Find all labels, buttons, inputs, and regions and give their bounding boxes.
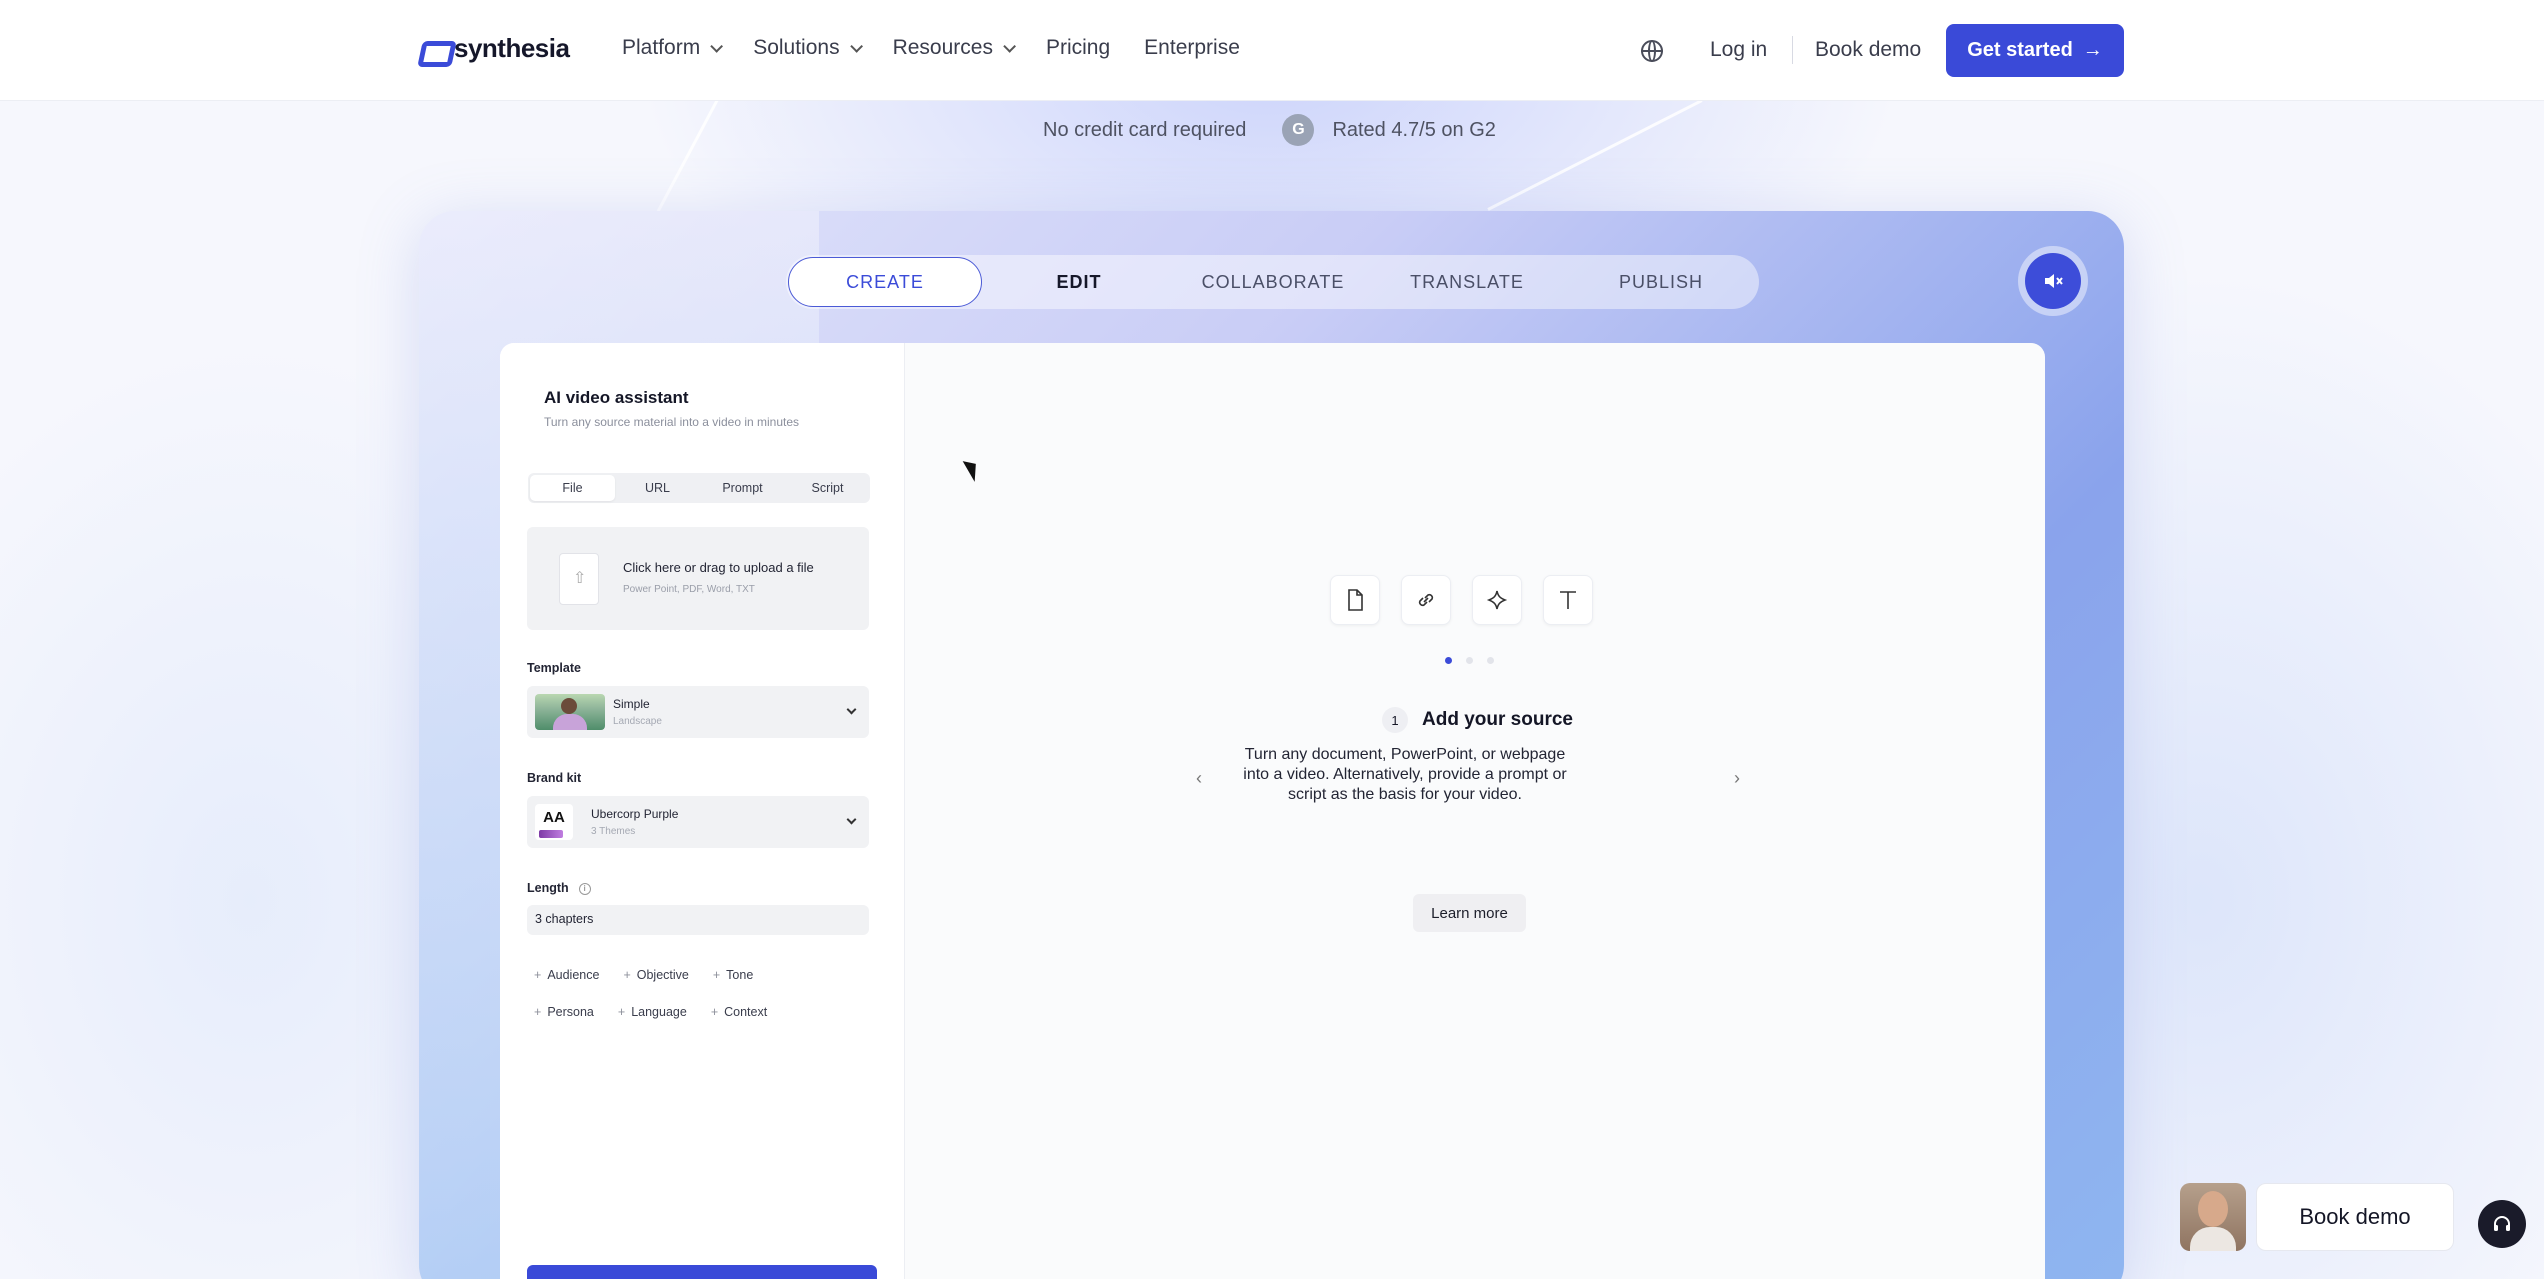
carousel-dots: [1445, 657, 1494, 664]
chevron-down-icon: [710, 39, 724, 53]
upload-formats: Power Point, PDF, Word, TXT: [623, 584, 755, 595]
panel-title: AI video assistant: [544, 388, 689, 407]
step-heading: 1 Add your source: [1382, 707, 1573, 733]
template-orientation: Landscape: [613, 716, 662, 727]
chip-persona[interactable]: Persona: [534, 1005, 594, 1019]
sparkle-icon: [1472, 575, 1522, 625]
brand-kit-label: Brand kit: [527, 771, 582, 785]
nav-resources[interactable]: Resources: [892, 36, 1016, 60]
nav-solutions[interactable]: Solutions: [753, 36, 863, 60]
avatar[interactable]: [2180, 1183, 2246, 1251]
step-title: Add your source: [1422, 709, 1573, 730]
template-name: Simple: [613, 697, 650, 711]
tab-collaborate[interactable]: COLLABORATE: [1176, 257, 1370, 307]
tab-create[interactable]: CREATE: [788, 257, 982, 307]
template-select[interactable]: Simple Landscape: [527, 686, 869, 738]
text-icon: [1543, 575, 1593, 625]
nav-enterprise[interactable]: Enterprise: [1144, 36, 1240, 60]
upload-title: Click here or drag to upload a file: [623, 560, 814, 575]
info-icon[interactable]: i: [578, 882, 591, 895]
carousel-dot[interactable]: [1445, 657, 1452, 664]
no-card-text: No credit card required: [1043, 118, 1247, 141]
length-label-text: Length: [527, 881, 569, 895]
assistant-panel: AI video assistant Turn any source mater…: [500, 343, 905, 1279]
logo-text: synthesia: [454, 33, 570, 63]
login-link[interactable]: Log in: [1710, 38, 1767, 62]
brand-kit-select[interactable]: AA Ubercorp Purple 3 Themes: [527, 796, 869, 848]
book-demo-link[interactable]: Book demo: [1815, 38, 1921, 62]
length-label: Length i: [527, 881, 591, 895]
source-tab-file[interactable]: File: [530, 475, 615, 501]
link-icon: [1401, 575, 1451, 625]
globe-icon[interactable]: [1641, 40, 1663, 62]
chip-tone[interactable]: Tone: [713, 968, 753, 982]
source-tab-script[interactable]: Script: [785, 475, 870, 501]
chevron-left-icon[interactable]: ‹: [1196, 768, 1202, 789]
floating-book-demo-button[interactable]: Book demo: [2256, 1183, 2454, 1251]
chip-objective[interactable]: Objective: [623, 968, 689, 982]
option-chips-row: Audience Objective Tone: [534, 968, 753, 982]
chevron-down-icon: [1003, 39, 1016, 53]
chip-context[interactable]: Context: [711, 1005, 767, 1019]
logo[interactable]: synthesia: [420, 33, 570, 64]
generate-button[interactable]: [527, 1265, 877, 1279]
document-icon: [1330, 575, 1380, 625]
logo-icon: [420, 38, 448, 60]
nav-label: Solutions: [753, 36, 840, 59]
trust-line: No credit card required G Rated 4.7/5 on…: [1043, 114, 1496, 146]
brand-kit-themes: 3 Themes: [591, 826, 636, 837]
feature-tabs: CREATE EDIT COLLABORATE TRANSLATE PUBLIS…: [786, 255, 1759, 309]
source-tab-prompt[interactable]: Prompt: [700, 475, 785, 501]
chip-audience[interactable]: Audience: [534, 968, 599, 982]
step-description: Turn any document, PowerPoint, or webpag…: [1243, 746, 1567, 803]
chevron-right-icon[interactable]: ›: [1734, 768, 1740, 789]
nav-platform[interactable]: Platform: [622, 36, 724, 60]
source-type-tabs: File URL Prompt Script: [528, 473, 870, 503]
carousel-dot[interactable]: [1466, 657, 1473, 664]
option-chips-row: Persona Language Context: [534, 1005, 767, 1019]
chip-language[interactable]: Language: [618, 1005, 687, 1019]
source-icons: [1330, 575, 1593, 625]
source-tab-url[interactable]: URL: [615, 475, 700, 501]
chevron-down-icon: [846, 704, 857, 715]
nav-label: Resources: [892, 36, 993, 59]
learn-more-button[interactable]: Learn more: [1413, 894, 1526, 932]
upload-file-icon: [559, 553, 599, 605]
template-label: Template: [527, 661, 581, 675]
file-upload-area[interactable]: Click here or drag to upload a file Powe…: [527, 527, 869, 630]
g2-icon: G: [1282, 114, 1315, 146]
brand-kit-name: Ubercorp Purple: [591, 807, 679, 821]
arrow-right-icon: →: [2082, 39, 2103, 61]
tab-edit[interactable]: EDIT: [982, 257, 1176, 307]
chevron-down-icon: [849, 39, 863, 53]
main-nav: Platform Solutions Resources Pricing Ent…: [622, 36, 1240, 60]
brand-kit-icon: AA: [535, 804, 573, 840]
panel-subtitle: Turn any source material into a video in…: [544, 415, 800, 429]
button-label: Get started: [1967, 39, 2073, 61]
carousel-dot[interactable]: [1487, 657, 1494, 664]
tab-publish[interactable]: PUBLISH: [1564, 257, 1758, 307]
nav-pricing[interactable]: Pricing: [1046, 36, 1110, 60]
rating-text: Rated 4.7/5 on G2: [1332, 118, 1496, 141]
length-select[interactable]: 3 chapters: [527, 905, 869, 935]
nav-label: Pricing: [1045, 36, 1111, 59]
length-value: 3 chapters: [535, 912, 594, 926]
mute-button[interactable]: [2018, 246, 2088, 316]
nav-label: Platform: [622, 36, 701, 59]
get-started-button[interactable]: Get started →: [1946, 24, 2124, 77]
app-preview: AI video assistant Turn any source mater…: [500, 343, 2045, 1279]
headset-icon[interactable]: [2478, 1200, 2526, 1248]
template-thumbnail: [535, 694, 605, 730]
site-header: synthesia Platform Solutions Resources P…: [0, 0, 2544, 101]
step-number: 1: [1382, 707, 1408, 733]
divider: [1792, 36, 1793, 64]
tab-translate[interactable]: TRANSLATE: [1370, 257, 1564, 307]
nav-label: Enterprise: [1144, 36, 1240, 59]
speaker-muted-icon: [2025, 253, 2081, 309]
chevron-down-icon: [846, 814, 857, 825]
